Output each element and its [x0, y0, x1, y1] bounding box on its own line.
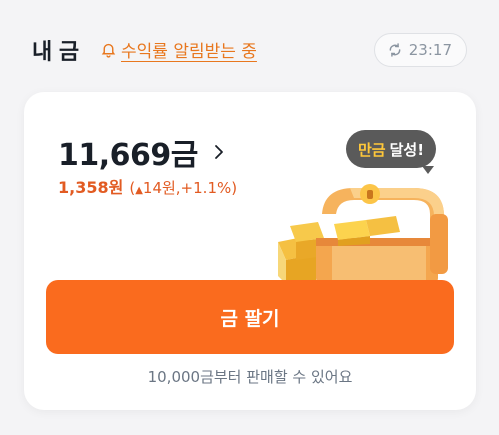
profit-alert-label: 수익률 알림받는 중: [121, 42, 257, 62]
refresh-time: 23:17: [408, 41, 452, 59]
refresh-icon: [389, 43, 401, 57]
achievement-highlight: 만금: [358, 140, 386, 159]
gold-amount-link[interactable]: 11,669금: [58, 130, 228, 174]
refresh-button[interactable]: 23:17: [373, 33, 467, 67]
profit-summary: 1,358원 (▲14원,+1.1%): [58, 174, 237, 198]
gold-amount: 11,669금: [58, 138, 198, 173]
sell-gold-button[interactable]: 금 팔기: [46, 280, 454, 354]
up-triangle-icon: ▲: [135, 185, 143, 196]
profit-alert-link[interactable]: 수익률 알림받는 중: [100, 37, 257, 62]
treasure-chest-icon: [278, 184, 448, 284]
chevron-right-icon: [214, 145, 223, 159]
profit-change-text: 14원,+1.1%): [142, 179, 238, 197]
page-title: 내 금: [32, 40, 79, 65]
sell-minimum-note: 10,000금부터 판매할 수 있어요: [147, 368, 353, 386]
bubble-tail: [422, 166, 434, 174]
gold-holdings-card: 11,669금 1,358원 (▲14원,+1.1%) 만금 달성! 금 팔기 …: [24, 92, 476, 410]
profit-change: (▲14원,+1.1%): [129, 177, 237, 198]
profit-won: 1,358원: [58, 178, 124, 197]
header: 내 금 수익률 알림받는 중 23:17: [0, 0, 499, 92]
achievement-bubble: 만금 달성!: [346, 130, 437, 168]
achievement-text: 달성!: [389, 140, 425, 159]
bell-icon: [101, 43, 116, 58]
